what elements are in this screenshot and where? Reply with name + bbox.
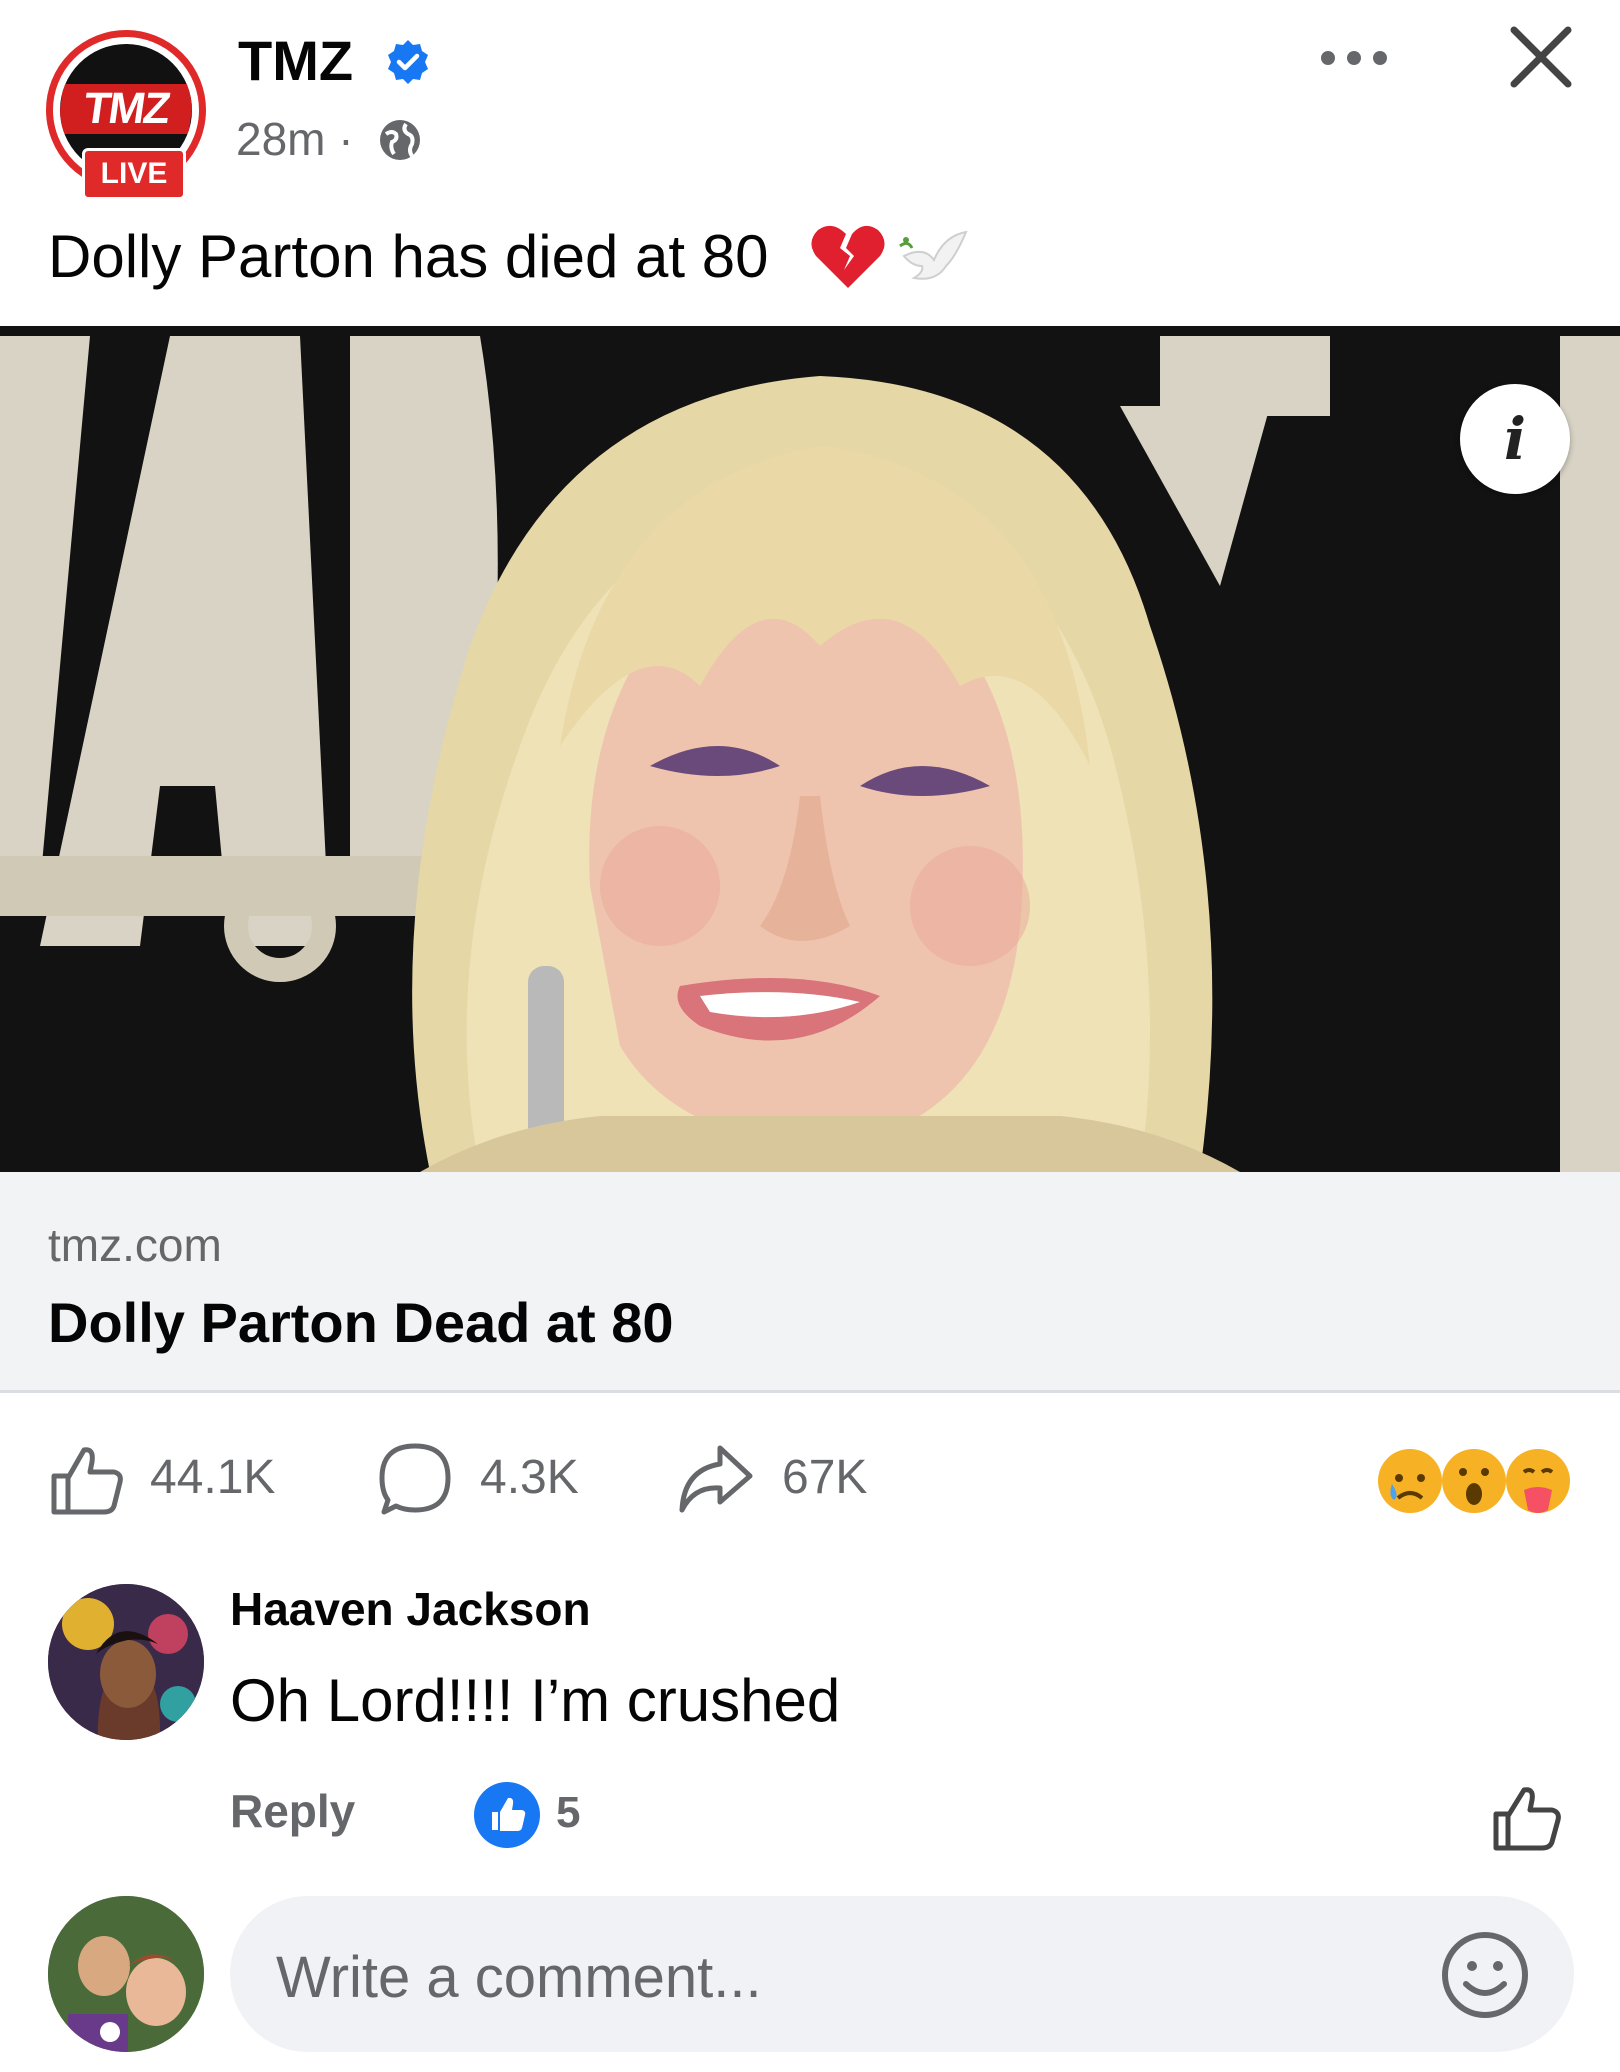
like-count[interactable]: 44.1K [150, 1450, 275, 1505]
info-icon[interactable]: i [1460, 384, 1570, 494]
close-icon[interactable] [1506, 22, 1576, 92]
share-count[interactable]: 67K [782, 1450, 867, 1505]
portrait-image [0, 326, 1620, 1172]
live-badge: LIVE [82, 148, 186, 200]
post-meta: 28m · [236, 112, 354, 166]
care-face-icon [1506, 1449, 1570, 1513]
post-text: Dolly Parton has died at 80 [48, 223, 769, 290]
link-title[interactable]: Dolly Parton Dead at 80 [48, 1290, 674, 1355]
reactions-summary[interactable] [1374, 1444, 1574, 1518]
comment-count[interactable]: 4.3K [480, 1450, 579, 1505]
share-icon[interactable] [676, 1440, 754, 1518]
thumbs-up-icon [492, 1797, 526, 1831]
dove-icon [899, 230, 968, 280]
broken-heart-icon [811, 225, 885, 288]
comment-like-count: 5 [556, 1788, 581, 1837]
comment-placeholder: Write a comment... [276, 1945, 762, 2010]
comment-author[interactable]: Haaven Jackson [230, 1582, 591, 1636]
comment-icon[interactable] [376, 1440, 454, 1518]
logo-text: TMZ [60, 84, 192, 134]
commenter-avatar[interactable] [48, 1584, 204, 1740]
link-preview[interactable] [0, 1172, 1620, 1393]
comment-like-icon[interactable] [1490, 1780, 1564, 1854]
sad-face-icon [1378, 1449, 1442, 1513]
commenter-photo [48, 1584, 204, 1740]
wow-face-icon [1442, 1449, 1506, 1513]
current-user-photo [48, 1896, 204, 2052]
verified-badge-icon [388, 40, 428, 84]
emoji-icon[interactable] [1438, 1928, 1532, 2022]
like-icon[interactable] [48, 1440, 126, 1518]
link-domain: tmz.com [48, 1219, 222, 1271]
reply-button[interactable]: Reply [230, 1784, 355, 1838]
more-options-icon[interactable] [1318, 48, 1390, 68]
meta-separator: · [338, 113, 354, 165]
current-user-avatar[interactable] [48, 1896, 204, 2052]
page-avatar[interactable]: TMZ LIVE [46, 30, 206, 200]
post-time[interactable]: 28m [236, 113, 325, 165]
post-image[interactable] [0, 326, 1620, 1172]
globe-icon [380, 120, 420, 160]
comment-text: Oh Lord!!!! I’m crushed [230, 1667, 841, 1734]
page-name[interactable]: TMZ [238, 28, 353, 93]
like-reaction-badge [474, 1782, 540, 1848]
